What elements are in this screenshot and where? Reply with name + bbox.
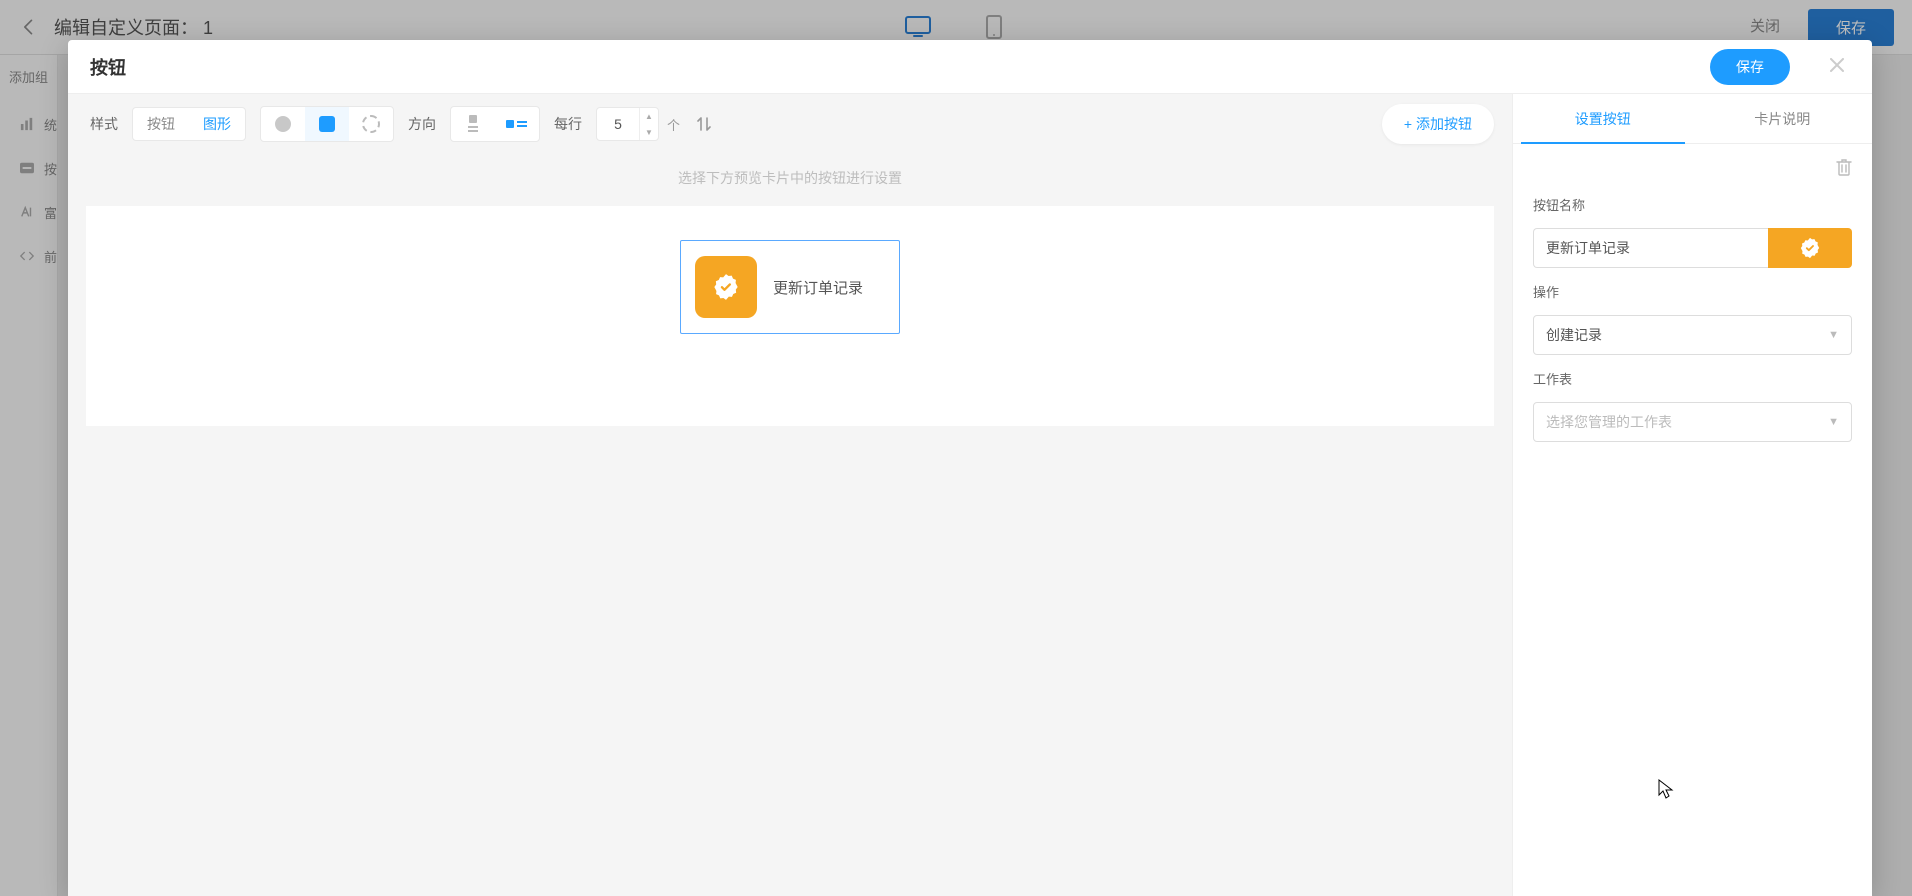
circle-icon bbox=[275, 116, 291, 132]
trash-icon bbox=[1836, 158, 1852, 176]
close-icon[interactable] bbox=[1830, 55, 1844, 78]
per-row-label: 每行 bbox=[554, 114, 582, 134]
field-label-action: 操作 bbox=[1533, 282, 1852, 301]
button-icon-picker[interactable] bbox=[1768, 228, 1852, 268]
table-select-placeholder: 选择您管理的工作表 bbox=[1546, 412, 1672, 432]
style-label: 样式 bbox=[90, 114, 118, 134]
modal-title: 按钮 bbox=[90, 54, 126, 80]
settings-tabs: 设置按钮 卡片说明 bbox=[1513, 94, 1872, 144]
chevron-down-icon: ▼ bbox=[1828, 416, 1839, 428]
shape-square[interactable] bbox=[305, 107, 349, 141]
dashed-circle-icon bbox=[362, 115, 380, 133]
action-select[interactable]: 创建记录 ▼ bbox=[1533, 315, 1852, 355]
seal-check-icon bbox=[712, 273, 740, 301]
per-row-input[interactable] bbox=[597, 116, 639, 132]
table-select[interactable]: 选择您管理的工作表 ▼ bbox=[1533, 402, 1852, 442]
tab-settings[interactable]: 设置按钮 bbox=[1513, 94, 1693, 143]
per-row-stepper[interactable]: ▲ ▼ bbox=[596, 107, 659, 141]
action-select-value: 创建记录 bbox=[1546, 325, 1602, 345]
shape-dashed[interactable] bbox=[349, 107, 393, 141]
field-label-name: 按钮名称 bbox=[1533, 195, 1852, 214]
stack-horizontal-icon bbox=[505, 117, 529, 131]
tab-card-description[interactable]: 卡片说明 bbox=[1693, 94, 1873, 143]
modal-header: 按钮 保存 bbox=[68, 40, 1872, 94]
field-label-table: 工作表 bbox=[1533, 369, 1852, 388]
modal-save-button[interactable]: 保存 bbox=[1710, 49, 1790, 85]
style-segmented: 按钮 图形 bbox=[132, 107, 246, 141]
chevron-down-icon[interactable]: ▼ bbox=[640, 124, 658, 140]
per-row-unit: 个 bbox=[667, 115, 680, 134]
preview-button-card[interactable]: 更新订单记录 bbox=[680, 240, 900, 334]
shape-circle[interactable] bbox=[261, 107, 305, 141]
chevron-down-icon: ▼ bbox=[1828, 329, 1839, 341]
delete-button[interactable] bbox=[1836, 158, 1852, 181]
seal-check-icon bbox=[1799, 237, 1821, 259]
square-icon bbox=[319, 116, 335, 132]
sort-icon[interactable] bbox=[694, 114, 714, 134]
stack-vertical-icon bbox=[464, 114, 482, 134]
settings-panel: 设置按钮 卡片说明 按钮名称 bbox=[1512, 94, 1872, 896]
preview-button-label: 更新订单记录 bbox=[773, 277, 863, 298]
direction-segmented bbox=[450, 106, 540, 142]
style-option-shape[interactable]: 图形 bbox=[189, 108, 245, 140]
button-editor-modal: 按钮 保存 样式 按钮 图形 方向 bbox=[68, 40, 1872, 896]
direction-vertical[interactable] bbox=[451, 107, 495, 141]
direction-label: 方向 bbox=[408, 114, 436, 134]
preview-canvas: 更新订单记录 bbox=[86, 206, 1494, 426]
shape-segmented bbox=[260, 106, 394, 142]
preview-button-icon bbox=[695, 256, 757, 318]
add-button[interactable]: + 添加按钮 bbox=[1382, 104, 1494, 144]
direction-horizontal[interactable] bbox=[495, 107, 539, 141]
editor-toolbar: 样式 按钮 图形 方向 bbox=[68, 94, 1512, 154]
chevron-up-icon[interactable]: ▲ bbox=[640, 108, 658, 124]
style-option-button[interactable]: 按钮 bbox=[133, 108, 189, 140]
preview-hint: 选择下方预览卡片中的按钮进行设置 bbox=[68, 154, 1512, 206]
button-name-input[interactable] bbox=[1533, 228, 1768, 268]
preview-area: 样式 按钮 图形 方向 bbox=[68, 94, 1512, 896]
